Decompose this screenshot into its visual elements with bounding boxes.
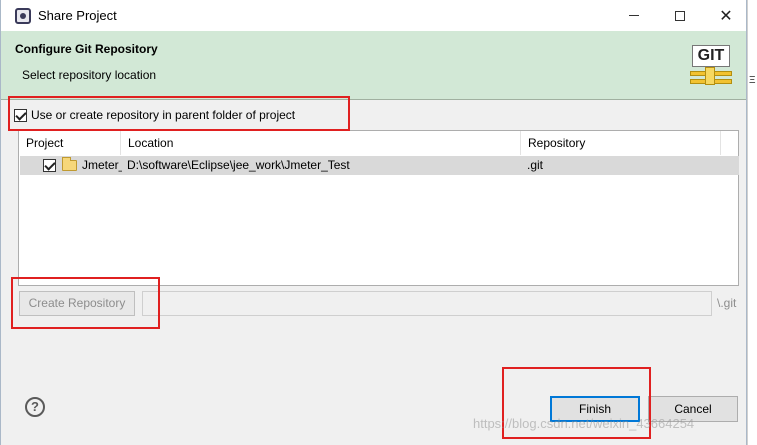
project-folder-icon (62, 157, 77, 171)
close-icon: ✕ (719, 7, 733, 25)
row-location: D:\software\Eclipse\jee_work\Jmeter_Test (127, 158, 350, 172)
row-checkbox[interactable] (43, 159, 56, 172)
row-project-name: Jmeter_Test (82, 158, 122, 172)
repository-path-field[interactable] (142, 291, 712, 316)
table-row[interactable]: Jmeter_Test D:\software\Eclipse\jee_work… (20, 156, 739, 175)
help-icon[interactable]: ? (25, 397, 45, 417)
window-title: Share Project (38, 8, 117, 23)
close-button[interactable]: ✕ (703, 0, 749, 31)
background-window-edge (747, 0, 757, 445)
wizard-title: Configure Git Repository (15, 42, 158, 56)
checkbox-checked-icon[interactable] (14, 108, 27, 122)
row-repository: .git (527, 158, 544, 172)
minimize-icon (629, 15, 639, 16)
background-glyph: Ξ (749, 75, 756, 86)
eclipse-app-icon (15, 8, 31, 24)
minimize-button[interactable] (611, 0, 657, 31)
git-suffix-label: \.git (717, 296, 737, 310)
column-header-location[interactable]: Location (121, 131, 521, 155)
create-repository-button[interactable]: Create Repository (19, 291, 135, 316)
projects-table: Project Location Repository Jmeter_Test … (18, 130, 739, 286)
wizard-subtitle: Select repository location (22, 68, 157, 82)
title-bar: Share Project ✕ (1, 0, 746, 31)
watermark-text: https://blog.csdn.net/weixin_43664254 (473, 416, 695, 431)
maximize-button[interactable] (657, 0, 703, 31)
use-parent-folder-label: Use or create repository in parent folde… (31, 108, 296, 122)
git-logo-text: GIT (692, 45, 730, 67)
git-logo-icon: GIT (690, 43, 732, 85)
share-project-dialog: Share Project ✕ Configure Git Repository… (0, 0, 747, 445)
wizard-header: Configure Git Repository Select reposito… (1, 31, 746, 100)
column-header-project[interactable]: Project (19, 131, 121, 155)
maximize-icon (675, 10, 685, 21)
column-header-repository[interactable]: Repository (521, 131, 721, 155)
use-parent-folder-checkbox[interactable]: Use or create repository in parent folde… (14, 108, 295, 122)
